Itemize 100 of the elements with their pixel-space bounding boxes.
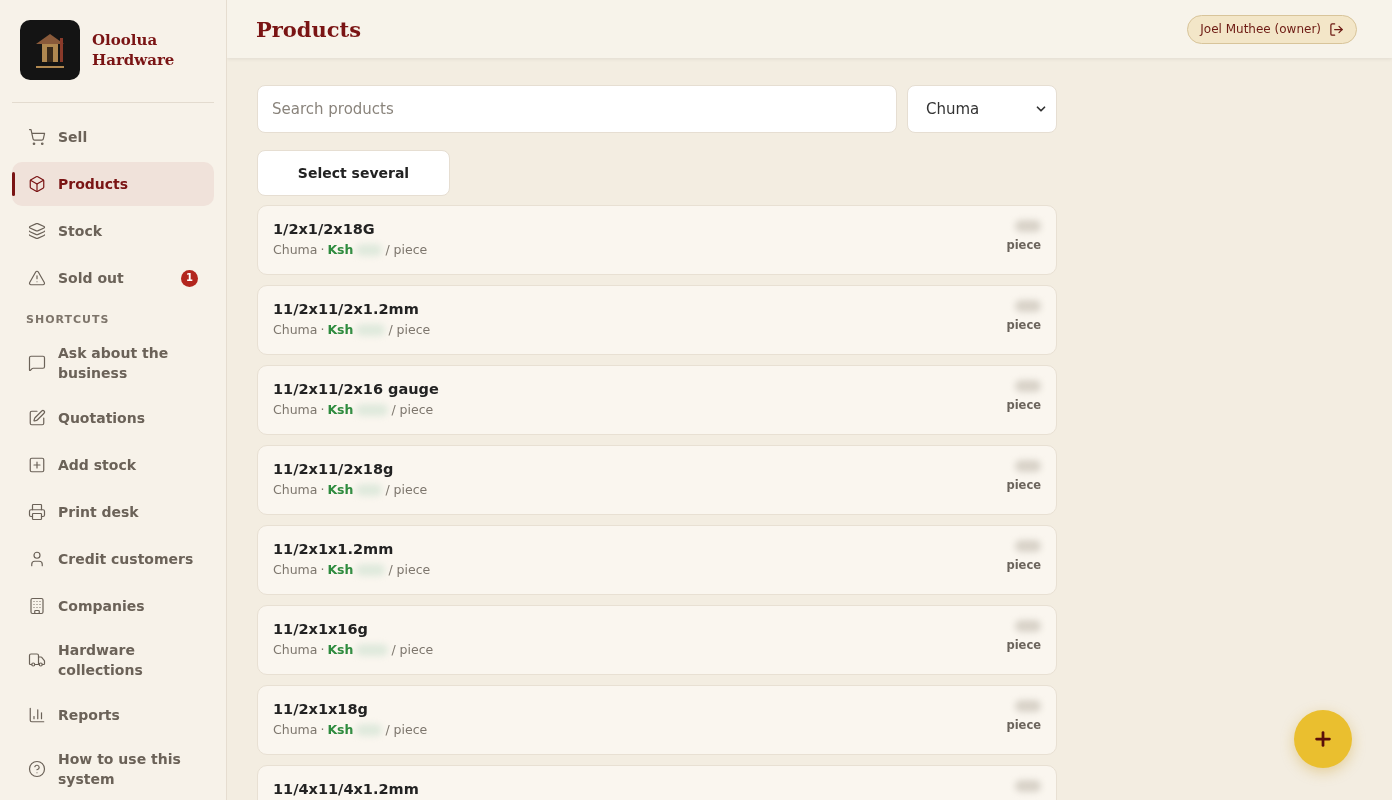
price-unit: / piece bbox=[388, 322, 431, 337]
nav-item[interactable]: Products bbox=[12, 162, 214, 206]
supplier: Chuma bbox=[273, 642, 318, 657]
separator: · bbox=[320, 322, 325, 337]
price-unit: / piece bbox=[391, 402, 434, 417]
product-card[interactable]: 11/2x11/2x16 gauge Chuma · Ksh / piece piece bbox=[257, 365, 1057, 435]
blurred-stock bbox=[1015, 460, 1041, 472]
product-card[interactable]: 11/2x1x1.2mm Chuma · Ksh / piece piece bbox=[257, 525, 1057, 595]
currency: Ksh bbox=[327, 642, 354, 657]
truck-icon bbox=[28, 651, 46, 669]
supplier: Chuma bbox=[273, 242, 318, 257]
blurred-stock bbox=[1015, 220, 1041, 232]
blurred-stock bbox=[1015, 300, 1041, 312]
nav-item[interactable]: Stock bbox=[12, 209, 214, 253]
stock-unit: piece bbox=[1006, 318, 1041, 332]
price-unit: / piece bbox=[385, 482, 428, 497]
blurred-price bbox=[356, 483, 383, 496]
product-name: 11/2x1x18g bbox=[273, 700, 369, 718]
product-name: 11/2x11/2x1.2mm bbox=[273, 300, 420, 318]
product-name: 11/2x11/2x16 gauge bbox=[273, 380, 439, 398]
blurred-price bbox=[356, 403, 389, 416]
product-card[interactable]: 11/2x1x18g Chuma · Ksh / piece piece bbox=[257, 685, 1057, 755]
currency: Ksh bbox=[327, 322, 354, 337]
box-icon bbox=[28, 175, 46, 193]
currency: Ksh bbox=[327, 482, 354, 497]
user-icon bbox=[28, 550, 46, 568]
nav-item[interactable]: Sell bbox=[12, 115, 214, 159]
layers-icon bbox=[28, 222, 46, 240]
separator: · bbox=[320, 722, 325, 737]
blurred-price bbox=[356, 563, 386, 576]
brand-name: Oloolua Hardware bbox=[92, 30, 176, 70]
logo bbox=[20, 20, 80, 80]
stock-unit: piece bbox=[1006, 558, 1041, 572]
product-card[interactable]: 11/4x11/4x1.2mm bbox=[257, 765, 1057, 800]
supplier: Chuma bbox=[273, 402, 318, 417]
supplier: Chuma bbox=[273, 722, 318, 737]
user-button[interactable]: Joel Muthee (owner) bbox=[1187, 14, 1357, 44]
nav-item[interactable]: Sold out 1 bbox=[12, 256, 214, 300]
nav-item[interactable]: Hardware collections bbox=[12, 631, 214, 689]
product-name: 1/2x1/2x18G bbox=[273, 220, 376, 238]
price-unit: / piece bbox=[391, 642, 434, 657]
stock-unit: piece bbox=[1006, 478, 1041, 492]
stock-unit: piece bbox=[1006, 638, 1041, 652]
price-unit: / piece bbox=[385, 242, 428, 257]
blurred-stock bbox=[1015, 380, 1041, 392]
section-heading: SHORTCUTS bbox=[25, 312, 111, 328]
currency: Ksh bbox=[327, 402, 354, 417]
add-icon bbox=[28, 456, 46, 474]
warning-icon bbox=[28, 269, 46, 287]
nav-item[interactable]: Print desk bbox=[12, 490, 214, 534]
separator: · bbox=[320, 562, 325, 577]
logout-icon bbox=[1329, 21, 1344, 37]
nav-item[interactable]: Ask about the business bbox=[12, 334, 214, 392]
product-name: 11/4x11/4x1.2mm bbox=[273, 780, 419, 798]
product-name: 11/2x1x1.2mm bbox=[273, 540, 395, 558]
price-unit: / piece bbox=[388, 562, 431, 577]
product-name: 11/2x1x16g bbox=[273, 620, 369, 638]
nav-item[interactable]: Reports bbox=[12, 693, 214, 737]
nav-item[interactable]: Credit customers bbox=[12, 537, 214, 581]
edit-icon bbox=[28, 409, 46, 427]
stock-unit: piece bbox=[1006, 238, 1041, 252]
select-several-button[interactable]: Select several bbox=[257, 150, 450, 196]
product-card[interactable]: 11/2x1x16g Chuma · Ksh / piece piece bbox=[257, 605, 1057, 675]
currency: Ksh bbox=[327, 242, 354, 257]
blurred-stock bbox=[1015, 620, 1041, 632]
separator: · bbox=[320, 642, 325, 657]
price-unit: / piece bbox=[385, 722, 428, 737]
help-icon bbox=[28, 760, 46, 778]
stock-unit: piece bbox=[1006, 718, 1041, 732]
plus-icon bbox=[1312, 728, 1334, 750]
currency: Ksh bbox=[327, 562, 354, 577]
supplier: Chuma bbox=[273, 322, 318, 337]
blurred-stock bbox=[1015, 540, 1041, 552]
blurred-price bbox=[356, 323, 386, 336]
stock-unit: piece bbox=[1006, 398, 1041, 412]
blurred-price bbox=[356, 723, 383, 736]
nav-item[interactable]: Add stock bbox=[12, 443, 214, 487]
currency: Ksh bbox=[327, 722, 354, 737]
count-badge: 1 bbox=[181, 269, 198, 287]
search-field[interactable]: Search products bbox=[257, 85, 897, 133]
company-select[interactable]: Chuma bbox=[907, 85, 1057, 133]
product-card[interactable]: 1/2x1/2x18G Chuma · Ksh / piece piece bbox=[257, 205, 1057, 275]
separator: · bbox=[320, 242, 325, 257]
nav-item[interactable]: Quotations bbox=[12, 396, 214, 440]
cart-icon bbox=[28, 128, 46, 146]
supplier: Chuma bbox=[273, 482, 318, 497]
page-title: Products bbox=[256, 16, 362, 42]
blurred-price bbox=[356, 643, 389, 656]
product-name: 11/2x11/2x18g bbox=[273, 460, 395, 478]
add-button[interactable] bbox=[1294, 710, 1352, 768]
chat-icon bbox=[28, 354, 46, 372]
product-card[interactable]: 11/2x11/2x18g Chuma · Ksh / piece piece bbox=[257, 445, 1057, 515]
blurred-stock bbox=[1015, 700, 1041, 712]
printer-icon bbox=[28, 503, 46, 521]
nav-item[interactable]: How to use this system bbox=[12, 740, 214, 798]
building-icon bbox=[28, 597, 46, 615]
product-card[interactable]: 11/2x11/2x1.2mm Chuma · Ksh / piece piece bbox=[257, 285, 1057, 355]
separator: · bbox=[320, 402, 325, 417]
supplier: Chuma bbox=[273, 562, 318, 577]
nav-item[interactable]: Companies bbox=[12, 584, 214, 628]
